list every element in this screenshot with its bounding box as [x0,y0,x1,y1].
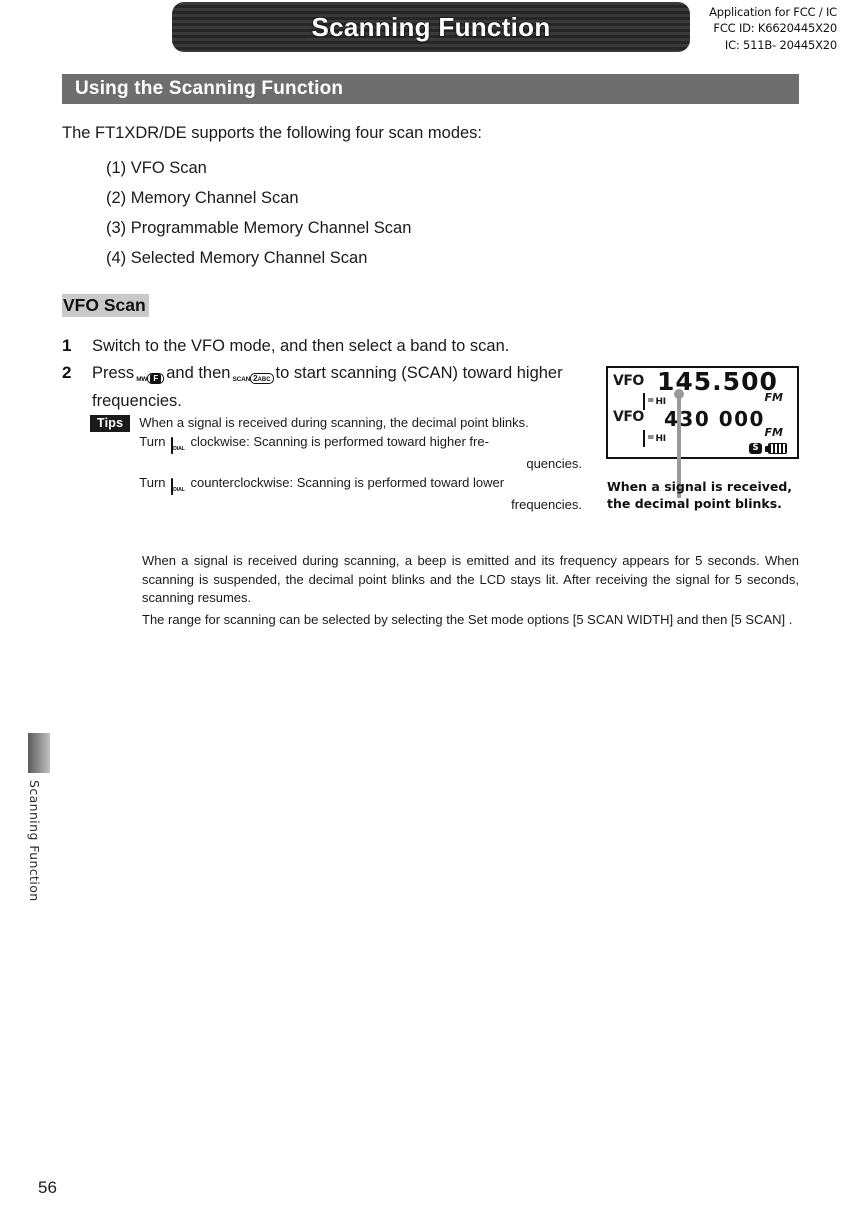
subsection-heading-label: VFO Scan [62,294,149,317]
f-key-cap-label: MW [136,376,148,383]
hi-group-upper: = HI [643,393,666,410]
hi-label-lower: HI [655,433,667,444]
dial-icon-label: DIAL [173,445,185,452]
ic-id-line: IC: 511B- 20445X20 [724,37,837,52]
lcd-caption-line-2: the decimal point blinks. [607,495,782,511]
procedure-steps: 1 Switch to the VFO mode, and then selec… [62,334,582,416]
tip-line-clockwise-cont: quencies. [526,456,582,471]
step-text: Switch to the VFO mode, and then select … [92,337,510,355]
step-1: 1 Switch to the VFO mode, and then selec… [62,334,582,359]
lcd-screen: VFO 145.500 FM = HI VFO 430 000 FM = HI [606,366,799,459]
f-key-icon: MW F [136,364,165,389]
intro-paragraph: The FT1XDR/DE supports the following fou… [62,124,483,142]
page-number: 56 [38,1178,57,1197]
body-paragraph-1: When a signal is received during scannin… [142,553,799,605]
chapter-title: Scanning Function [311,11,551,42]
tips-badge: Tips [90,415,131,432]
hi-bar-icon [643,430,645,447]
tips-row: Tips When a signal is received during sc… [90,414,600,515]
step-text: Press MW Fand then SCAN 2ABC to start scannin… [92,361,582,414]
callout-pointer-dot [674,389,684,399]
dial-icon-label: DIAL [173,486,185,493]
step2-text-mid: and then [166,364,231,382]
subsection-heading: VFO Scan [62,294,149,317]
list-item: (2) Memory Channel Scan [106,189,299,207]
page-header: Scanning Function Application for FCC / … [0,0,845,58]
scan-key-cap-label: SCAN [232,376,251,383]
lcd-mode-upper: FM [764,391,783,404]
step-2: 2 Press MW Fand then SCAN 2ABC to start scann… [62,361,582,414]
hi-label-upper: HI [655,396,667,407]
dial-icon: DIAL [171,436,185,456]
lcd-mode-lower: FM [764,426,783,439]
scan-key-body: 2ABC [250,373,274,384]
lcd-power-indicator-upper: = HI [643,393,666,410]
lcd-power-indicator-lower: = HI [643,430,666,447]
hi-bar-icon [643,393,645,410]
step2-text-before: Press [92,364,135,382]
squelch-icon: S [749,443,762,454]
f-key-body: F [147,373,165,384]
tips-block: Tips When a signal is received during sc… [90,414,600,515]
list-item: (3) Programmable Memory Channel Scan [106,219,412,237]
body-paragraph-2: The range for scanning can be selected b… [142,612,793,627]
tip-cw-after: clockwise: Scanning is performed toward … [190,433,489,449]
scan-key-letters: ABC [257,377,271,383]
document-page: Scanning Function Application for FCC / … [0,0,845,1207]
tip-line-1: When a signal is received during scannin… [139,415,529,430]
tip-cw-before: Turn [139,433,166,449]
chapter-banner: Scanning Function [172,2,690,52]
tip-ccw-after: counterclockwise: Scanning is performed … [190,474,505,490]
sidebar-chapter-label: Scanning Function [27,780,42,902]
lcd-figure: VFO 145.500 FM = HI VFO 430 000 FM = HI [606,366,801,511]
list-item: (4) Selected Memory Channel Scan [106,249,368,267]
tip-line-counterclockwise-cont: frequencies. [511,497,582,512]
tips-content: When a signal is received during scannin… [139,414,600,515]
hi-equals-glyph: = [647,396,655,406]
section-header-bar: Using the Scanning Function [62,74,799,104]
lcd-vfo-label-upper: VFO [613,373,644,389]
step-number: 1 [62,336,72,355]
battery-body [768,443,787,454]
section-header-label: Using the Scanning Function [75,78,344,99]
tip-line-clockwise: Turn DIAL clockwise: Scanning is perform… [139,433,600,456]
fcc-id-line: FCC ID: K6620445X20 [713,21,837,36]
tip-line-counterclockwise: Turn DIAL counterclockwise: Scanning is … [139,474,600,497]
lcd-caption-line-1: When a signal is received, [607,479,793,494]
scan-modes-list: (1) VFO Scan (2) Memory Channel Scan (3)… [106,153,411,273]
dial-icon: DIAL [171,477,185,497]
fcc-compliance-block: Application for FCC / IC FCC ID: K662044… [709,4,837,53]
lcd-caption: When a signal is received, the decimal p… [607,479,792,512]
lcd-status-indicators: S [749,443,787,454]
fcc-application-line: Application for FCC / IC [709,5,837,19]
f-key-glyph: F [150,374,162,384]
lcd-vfo-label-lower: VFO [613,409,644,425]
battery-icon [765,443,787,454]
step-number: 2 [62,363,72,382]
chapter-tab-marker [28,733,50,773]
hi-equals-glyph: = [647,433,655,443]
scan-key-icon: SCAN 2ABC [232,364,274,389]
tip-ccw-before: Turn [139,474,166,490]
hi-group-lower: = HI [643,430,666,447]
list-item: (1) VFO Scan [106,159,207,177]
